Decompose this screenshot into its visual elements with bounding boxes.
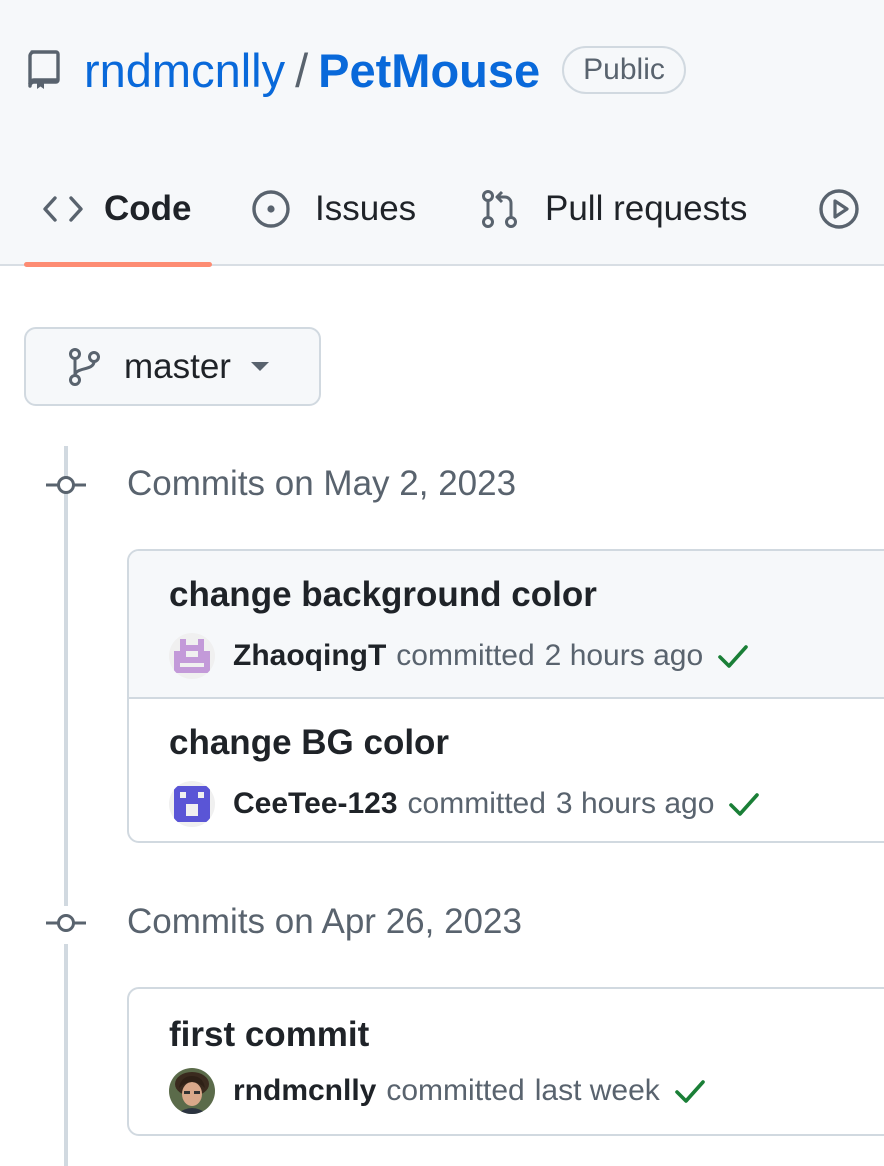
commit-author-link[interactable]: ZhaoqingT bbox=[233, 639, 386, 673]
tab-pull-requests[interactable]: Pull requests bbox=[481, 170, 747, 248]
check-icon[interactable] bbox=[674, 1077, 706, 1105]
commit-action-text: committed bbox=[386, 1074, 525, 1107]
commit-message-link[interactable]: change BG color bbox=[169, 723, 449, 763]
commit-group-node-icon bbox=[45, 473, 87, 497]
branch-select-button[interactable]: master bbox=[24, 327, 321, 406]
commit-author-link[interactable]: CeeTee-123 bbox=[233, 787, 398, 821]
commit-row[interactable]: change BG color CeeTee-123 committed 3 h… bbox=[129, 697, 884, 841]
git-pull-request-icon bbox=[481, 189, 519, 229]
tab-actions[interactable] bbox=[818, 170, 860, 248]
commit-meta: CeeTee-123 committed 3 hours ago bbox=[169, 781, 760, 827]
selected-tab-indicator bbox=[24, 262, 212, 267]
visibility-badge: Public bbox=[562, 46, 686, 94]
commit-list: change background color ZhaoqingT commit… bbox=[127, 549, 884, 843]
chevron-down-icon bbox=[250, 362, 269, 371]
check-icon[interactable] bbox=[728, 790, 760, 818]
commit-author-link[interactable]: rndmcnlly bbox=[233, 1074, 376, 1108]
repo-title-row: rndmcnlly / PetMouse Public bbox=[26, 42, 686, 98]
repo-header: rndmcnlly / PetMouse Public Code Issues bbox=[0, 0, 884, 267]
repo-path-separator: / bbox=[295, 43, 309, 97]
avatar[interactable] bbox=[169, 781, 215, 827]
commit-time: 3 hours ago bbox=[555, 787, 715, 820]
timeline-line bbox=[64, 944, 68, 1166]
commit-meta: rndmcnlly committed last week bbox=[169, 1068, 706, 1114]
code-icon bbox=[42, 193, 84, 225]
tab-pull-requests-label: Pull requests bbox=[545, 189, 748, 228]
avatar[interactable] bbox=[169, 1068, 215, 1114]
commit-meta: ZhaoqingT committed 2 hours ago bbox=[169, 633, 749, 679]
commit-row[interactable]: first commit rndmcnlly committed last we… bbox=[129, 989, 884, 1134]
repo-owner-link[interactable]: rndmcnlly bbox=[84, 43, 285, 98]
timeline-line bbox=[64, 446, 68, 906]
commit-row[interactable]: change background color ZhaoqingT commit… bbox=[129, 551, 884, 697]
commit-list: first commit rndmcnlly committed last we… bbox=[127, 987, 884, 1136]
commit-action-text: committed bbox=[407, 787, 546, 820]
avatar[interactable] bbox=[169, 633, 215, 679]
commit-time: last week bbox=[534, 1074, 660, 1107]
play-icon bbox=[818, 188, 860, 230]
check-icon[interactable] bbox=[717, 642, 749, 670]
repo-name-link[interactable]: PetMouse bbox=[318, 43, 540, 98]
issue-opened-icon bbox=[251, 189, 291, 229]
repo-icon bbox=[26, 50, 60, 90]
commit-message-link[interactable]: first commit bbox=[169, 1015, 369, 1055]
commit-time: 2 hours ago bbox=[544, 639, 704, 672]
commit-action-text: committed bbox=[396, 639, 535, 672]
branch-name: master bbox=[124, 346, 231, 386]
tab-code[interactable]: Code bbox=[42, 170, 192, 248]
tab-issues-label: Issues bbox=[315, 189, 417, 228]
commit-group-title: Commits on Apr 26, 2023 bbox=[127, 902, 522, 941]
tab-code-label: Code bbox=[104, 189, 192, 228]
commit-group-title: Commits on May 2, 2023 bbox=[127, 464, 517, 503]
commit-group-node-icon bbox=[45, 911, 87, 935]
tab-issues[interactable]: Issues bbox=[251, 170, 416, 248]
git-branch-icon bbox=[68, 347, 100, 387]
commit-message-link[interactable]: change background color bbox=[169, 575, 597, 615]
repo-nav-tabs: Code Issues Pull requests bbox=[0, 170, 884, 250]
